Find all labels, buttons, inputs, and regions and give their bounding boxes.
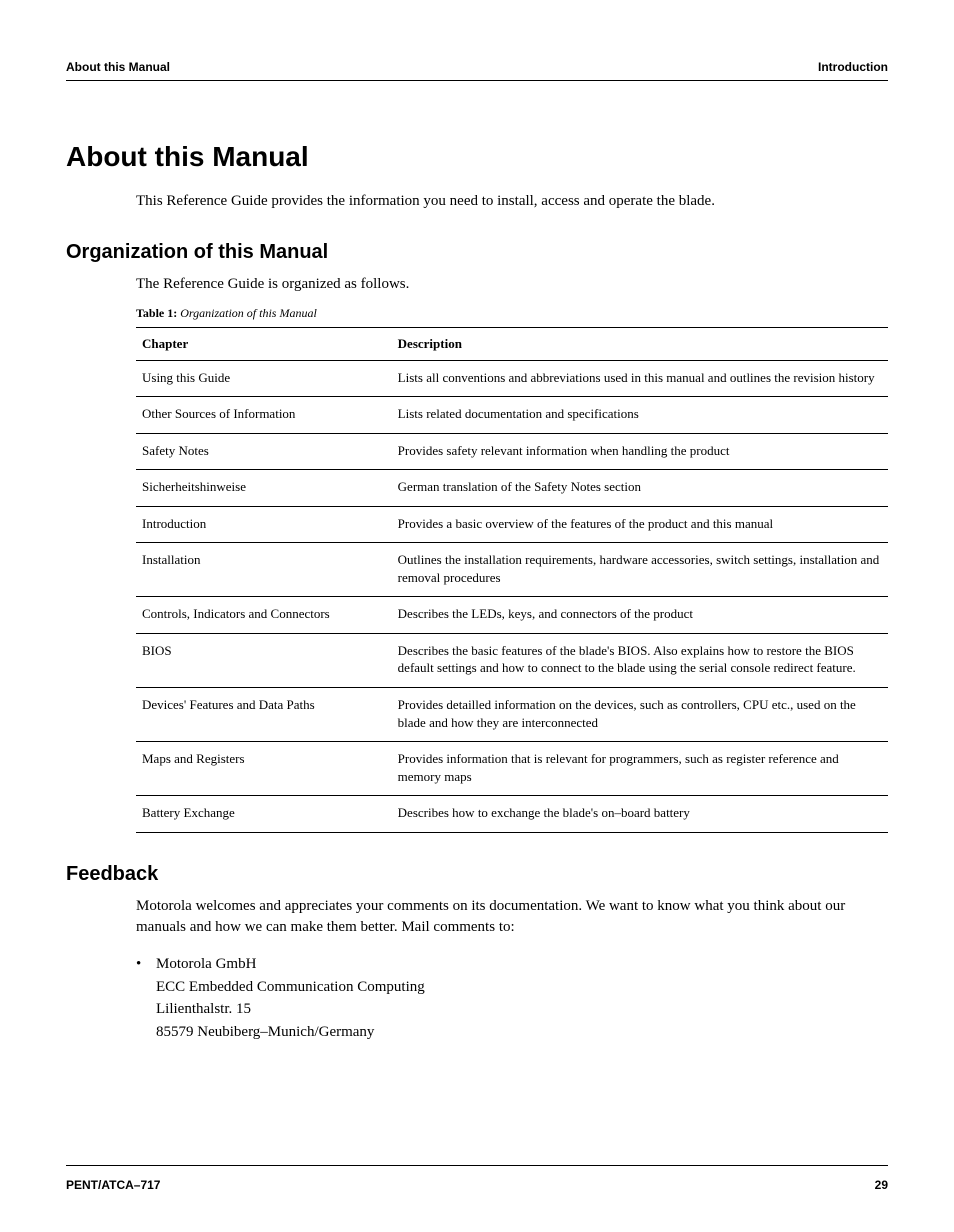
list-item: Motorola GmbH ECC Embedded Communication… <box>136 953 888 1043</box>
cell-description: Provides safety relevant information whe… <box>392 433 888 470</box>
footer-left: PENT/ATCA–717 <box>66 1178 160 1192</box>
cell-chapter: Introduction <box>136 506 392 543</box>
cell-description: Provides detailled information on the de… <box>392 687 888 741</box>
cell-chapter: BIOS <box>136 633 392 687</box>
cell-chapter: Sicherheitshinweise <box>136 470 392 507</box>
feedback-paragraph: Motorola welcomes and appreciates your c… <box>136 896 888 940</box>
cell-chapter: Using this Guide <box>136 360 392 397</box>
cell-description: Describes the LEDs, keys, and connectors… <box>392 597 888 634</box>
table-header-description: Description <box>392 327 888 360</box>
org-paragraph: The Reference Guide is organized as foll… <box>136 274 888 296</box>
header-right: Introduction <box>818 60 888 74</box>
feedback-heading: Feedback <box>66 863 888 886</box>
table-row: Battery ExchangeDescribes how to exchang… <box>136 796 888 833</box>
address-list: Motorola GmbH ECC Embedded Communication… <box>136 953 888 1043</box>
cell-description: Describes the basic features of the blad… <box>392 633 888 687</box>
intro-paragraph: This Reference Guide provides the inform… <box>136 191 888 213</box>
table-row: Controls, Indicators and ConnectorsDescr… <box>136 597 888 634</box>
page-header: About this Manual Introduction <box>66 60 888 81</box>
page-footer: PENT/ATCA–717 29 <box>66 1165 888 1192</box>
cell-description: Provides a basic overview of the feature… <box>392 506 888 543</box>
table-header-chapter: Chapter <box>136 327 392 360</box>
footer-page-number: 29 <box>875 1178 888 1192</box>
cell-chapter: Installation <box>136 543 392 597</box>
cell-description: Lists all conventions and abbreviations … <box>392 360 888 397</box>
cell-description: Provides information that is relevant fo… <box>392 742 888 796</box>
cell-description: Lists related documentation and specific… <box>392 397 888 434</box>
cell-chapter: Maps and Registers <box>136 742 392 796</box>
table-row: Safety NotesProvides safety relevant inf… <box>136 433 888 470</box>
table-row: BIOSDescribes the basic features of the … <box>136 633 888 687</box>
table-row: IntroductionProvides a basic overview of… <box>136 506 888 543</box>
cell-chapter: Safety Notes <box>136 433 392 470</box>
table-row: InstallationOutlines the installation re… <box>136 543 888 597</box>
page-title: About this Manual <box>66 141 888 173</box>
cell-chapter: Controls, Indicators and Connectors <box>136 597 392 634</box>
table-caption: Table 1: Organization of this Manual <box>136 306 888 321</box>
cell-description: Describes how to exchange the blade's on… <box>392 796 888 833</box>
org-heading: Organization of this Manual <box>66 241 888 264</box>
table-row: Using this GuideLists all conventions an… <box>136 360 888 397</box>
address-line: Lilienthalstr. 15 <box>156 1001 251 1017</box>
table-row: Other Sources of InformationLists relate… <box>136 397 888 434</box>
cell-description: Outlines the installation requirements, … <box>392 543 888 597</box>
header-left: About this Manual <box>66 60 170 74</box>
organization-table: Chapter Description Using this GuideList… <box>136 327 888 833</box>
address-line: ECC Embedded Communication Computing <box>156 979 425 995</box>
cell-description: German translation of the Safety Notes s… <box>392 470 888 507</box>
table-row: Devices' Features and Data PathsProvides… <box>136 687 888 741</box>
table-row: Maps and RegistersProvides information t… <box>136 742 888 796</box>
address-line: 85579 Neubiberg–Munich/Germany <box>156 1024 374 1040</box>
address-line: Motorola GmbH <box>156 956 256 972</box>
table-caption-label: Table 1: <box>136 306 177 320</box>
cell-chapter: Battery Exchange <box>136 796 392 833</box>
cell-chapter: Other Sources of Information <box>136 397 392 434</box>
table-caption-title: Organization of this Manual <box>180 306 317 320</box>
cell-chapter: Devices' Features and Data Paths <box>136 687 392 741</box>
table-row: SicherheitshinweiseGerman translation of… <box>136 470 888 507</box>
